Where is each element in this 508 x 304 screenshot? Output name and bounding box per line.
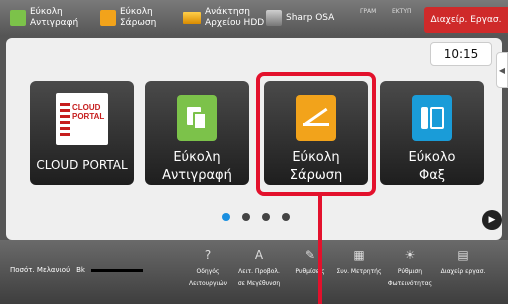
tile-easy-copy[interactable]: Εύκολη Αντιγραφή (145, 81, 249, 185)
highlight-frame (256, 72, 376, 196)
topbar-easy-scan-label: Εύκολη Σάρωση (120, 7, 157, 28)
zoom-display-icon: A (254, 248, 264, 262)
topbar-sharp-osa-label: Sharp OSA (286, 12, 335, 23)
page-dot[interactable] (282, 213, 290, 221)
toner-label: Ποσότ. Μελανιού (10, 266, 71, 274)
job-status-button[interactable]: Διαχείρ. Εργασ. (424, 7, 508, 33)
topbar-sharp-osa-shortcut[interactable]: Sharp OSA (266, 0, 334, 36)
page-dot[interactable] (242, 213, 250, 221)
play-icon: ▶ (488, 215, 496, 225)
toner-color: Bk (76, 266, 85, 274)
next-page-button[interactable]: ▶ (482, 210, 502, 230)
topbar-hdd-retrieve-shortcut[interactable]: Ανάκτηση Αρχείου HDD (183, 0, 264, 36)
settings-icon: ✎ (304, 248, 316, 262)
osa-icon (266, 10, 282, 26)
job-status-bottom-button[interactable]: ▤ Διαχείρ εργασ. (437, 248, 489, 278)
easy-copy-icon (177, 95, 217, 141)
tile-label: CLOUD PORTAL (36, 158, 128, 172)
page-dot[interactable] (222, 213, 230, 221)
clock: 10:15 (430, 42, 492, 66)
operation-guide-button[interactable]: ? Οδηγός Λειτουργιών (182, 248, 234, 290)
status-gram: ΓΡΑΜ (360, 8, 377, 15)
topbar-easy-copy-shortcut[interactable]: Εύκολη Αντιγραφή (10, 0, 78, 36)
scan-icon (100, 10, 116, 26)
brightness-button[interactable]: ☀ Ρύθμιση Φωτεινότητας (384, 248, 436, 290)
bottom-item-label: Διαχείρ εργασ. (440, 268, 486, 275)
side-panel-tab[interactable]: ◀ (496, 52, 508, 88)
status-ektyp: ΕΚΤΥΠ (392, 8, 412, 15)
topbar-hdd-retrieve-label: Ανάκτηση Αρχείου HDD (205, 7, 265, 28)
tile-cloud-portal[interactable]: CLOUD PORTAL CLOUD PORTAL (30, 81, 134, 185)
bottom-item-label: Ρυθμίσεις (295, 268, 325, 275)
bottom-item-label: Συν. Μετρητής (336, 268, 382, 275)
brightness-icon: ☀ (404, 248, 416, 262)
guide-icon: ? (204, 248, 212, 262)
topbar-easy-scan-shortcut[interactable]: Εύκολη Σάρωση (100, 0, 156, 36)
total-count-button[interactable]: ▦ Συν. Μετρητής (333, 248, 385, 278)
tile-easy-fax[interactable]: Εύκολο Φαξ (380, 81, 484, 185)
page-indicator (222, 213, 290, 221)
archive-icon (183, 12, 201, 24)
settings-button[interactable]: ✎ Ρυθμίσεις (284, 248, 336, 278)
chevron-left-icon: ◀ (498, 65, 506, 75)
copy-icon (10, 10, 26, 26)
page-dot[interactable] (262, 213, 270, 221)
bottom-item-label: Λειτ. Προβολ. σε Μεγέθυνση (237, 268, 281, 287)
tile-label: Εύκολο Φαξ (408, 150, 456, 183)
bottom-bar: Ποσότ. Μελανιού Bk ? Οδηγός Λειτουργιών … (0, 240, 508, 304)
job-status-icon: ▤ (457, 248, 469, 262)
tile-label: Εύκολη Αντιγραφή (162, 150, 232, 183)
zoom-display-button[interactable]: A Λειτ. Προβολ. σε Μεγέθυνση (233, 248, 285, 290)
toner-indicator: Ποσότ. Μελανιού Bk (10, 266, 143, 274)
easy-fax-icon (412, 95, 452, 141)
counter-icon: ▦ (353, 248, 365, 262)
bottom-item-label: Οδηγός Λειτουργιών (189, 268, 227, 287)
home-screen: 10:15 ◀ CLOUD PORTAL CLOUD PORTAL Εύκολη… (6, 38, 508, 240)
cloud-portal-logo-text: CLOUD PORTAL (72, 103, 105, 121)
topbar-easy-copy-label: Εύκολη Αντιγραφή (30, 7, 79, 28)
top-bar: Εύκολη Αντιγραφή Εύκολη Σάρωση Ανάκτηση … (0, 0, 508, 36)
toner-level-bar (90, 268, 143, 272)
highlight-pointer-line (318, 194, 322, 304)
bottom-item-label: Ρύθμιση Φωτεινότητας (387, 268, 433, 287)
cloud-portal-icon: CLOUD PORTAL (56, 93, 108, 145)
